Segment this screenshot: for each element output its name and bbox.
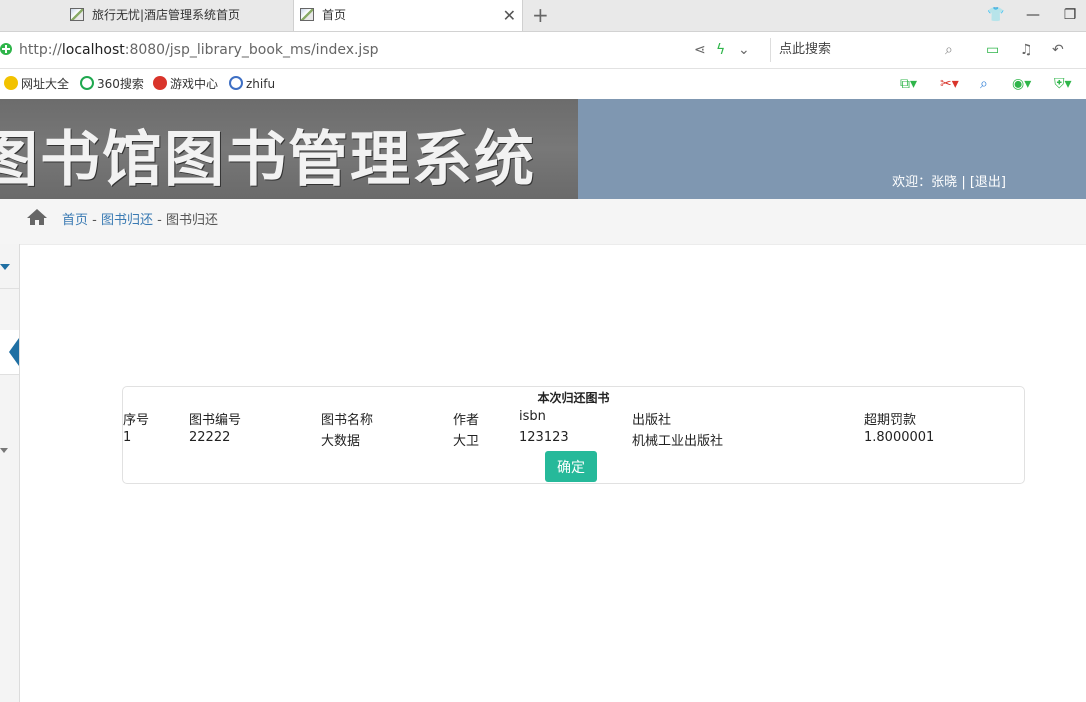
column-header: 超期罚款 [864, 413, 917, 428]
caret-down-icon [0, 448, 8, 453]
address-bar: http://localhost:8080/jsp_library_book_m… [0, 32, 1086, 69]
column-header: 图书名称 [321, 413, 374, 428]
chevron-down-icon[interactable]: ⌄ [738, 32, 750, 68]
collapse-arrow-icon[interactable] [9, 338, 19, 366]
main-content: 本次归还图书 序号 图书编号 图书名称 作者 isbn 出版社 超期罚款 1 2… [20, 245, 1086, 702]
bookmarks-bar: 网址大全 360搜索 游戏中心 zhifu ⧉▾ ✂▾ ⌕ ◉▾ ⛨▾ [0, 69, 1086, 100]
breadcrumb: 首页 - 图书归还 - 图书归还 [0, 199, 1086, 245]
banner-image: 图书馆图书管理系统 [0, 99, 578, 199]
page-favicon-icon [300, 8, 314, 21]
table-cell: 大数据 [321, 434, 361, 449]
confirm-button[interactable]: 确定 [545, 451, 597, 482]
minimize-icon[interactable]: — [1017, 0, 1049, 31]
bookmark-game-icon [153, 76, 167, 90]
username: 张晓 [931, 175, 958, 190]
browser-tab-home-active[interactable]: 首页 ✕ [293, 0, 523, 31]
column-header: 序号 [123, 413, 150, 428]
breadcrumb-current: 图书归还 [165, 213, 218, 228]
column-header: 作者 [453, 413, 480, 428]
lightning-icon[interactable]: ϟ [716, 32, 725, 68]
bookmark-zhifu[interactable]: zhifu [229, 69, 275, 99]
close-tab-icon[interactable]: ✕ [503, 0, 516, 31]
table-cell: 1 [123, 430, 132, 445]
restore-icon[interactable]: ❐ [1054, 0, 1086, 31]
sidebar-item[interactable] [0, 244, 19, 289]
column-header: 出版社 [632, 413, 672, 428]
user-welcome: 欢迎：张晓 | [退出] [892, 175, 1006, 190]
logout-link[interactable]: [退出] [970, 175, 1006, 190]
bookmark-360-icon [80, 76, 94, 90]
page-security-icon [0, 43, 12, 55]
share-icon[interactable]: ⋖ [694, 32, 706, 68]
headphones-icon[interactable]: ♫ [1020, 32, 1033, 68]
tab-title: 旅行无忧|酒店管理系统首页 [92, 8, 241, 22]
sidebar-toggle[interactable] [0, 330, 19, 375]
search-box[interactable]: 点此搜索 ⌕ [770, 38, 961, 62]
shield-icon[interactable]: ⛨▾ [1054, 69, 1072, 99]
search-input[interactable]: 点此搜索 [779, 38, 831, 62]
home-icon[interactable] [26, 207, 48, 227]
battery-icon[interactable]: ▭ [986, 32, 999, 68]
undo-icon[interactable]: ↶ [1052, 32, 1064, 68]
table-cell: 123123 [519, 430, 569, 445]
caret-down-icon [0, 264, 10, 270]
gamepad-icon[interactable]: ◉▾ [1012, 69, 1031, 99]
zoom-icon[interactable]: ⌕ [980, 69, 988, 99]
bookmark-zhifu-icon [229, 76, 243, 90]
column-header: 图书编号 [189, 413, 242, 428]
panel-title: 本次归还图书 [537, 391, 610, 405]
skin-icon[interactable]: 👕 [980, 0, 1012, 31]
browser-tab-hotel[interactable]: 旅行无忧|酒店管理系统首页 [64, 0, 293, 31]
table-cell: 大卫 [453, 434, 480, 449]
search-icon[interactable]: ⌕ [945, 38, 953, 62]
column-header: isbn [519, 409, 546, 424]
new-tab-button[interactable]: + [532, 0, 549, 31]
tab-title: 首页 [322, 8, 347, 22]
url-field[interactable]: http://localhost:8080/jsp_library_book_m… [19, 32, 379, 68]
sidebar-item[interactable] [0, 430, 19, 474]
sidebar-collapsed [0, 244, 20, 702]
bookmark-game-center[interactable]: 游戏中心 [153, 69, 218, 99]
table-cell: 22222 [189, 430, 231, 445]
page-favicon-icon [70, 8, 84, 21]
site-title: 图书馆图书管理系统 [0, 125, 536, 195]
scissors-icon[interactable]: ✂▾ [940, 69, 959, 99]
bookmark-360-search[interactable]: 360搜索 [80, 69, 144, 99]
bookmark-nav[interactable]: 网址大全 [4, 69, 69, 99]
bookmark-nav-icon [4, 76, 18, 90]
breadcrumb-home[interactable]: 首页 [62, 213, 88, 228]
browser-tab-bar: 旅行无忧|酒店管理系统首页 首页 ✕ + 👕 — ❐ [0, 0, 1086, 32]
table-cell: 机械工业出版社 [632, 434, 724, 449]
table-cell: 1.8000001 [864, 430, 935, 445]
breadcrumb-book-return[interactable]: 图书归还 [101, 213, 153, 228]
return-summary-panel: 本次归还图书 序号 图书编号 图书名称 作者 isbn 出版社 超期罚款 1 2… [122, 386, 1025, 484]
translate-icon[interactable]: ⧉▾ [900, 69, 917, 99]
site-header: 图书馆图书管理系统 欢迎：张晓 | [退出] [0, 99, 1086, 199]
